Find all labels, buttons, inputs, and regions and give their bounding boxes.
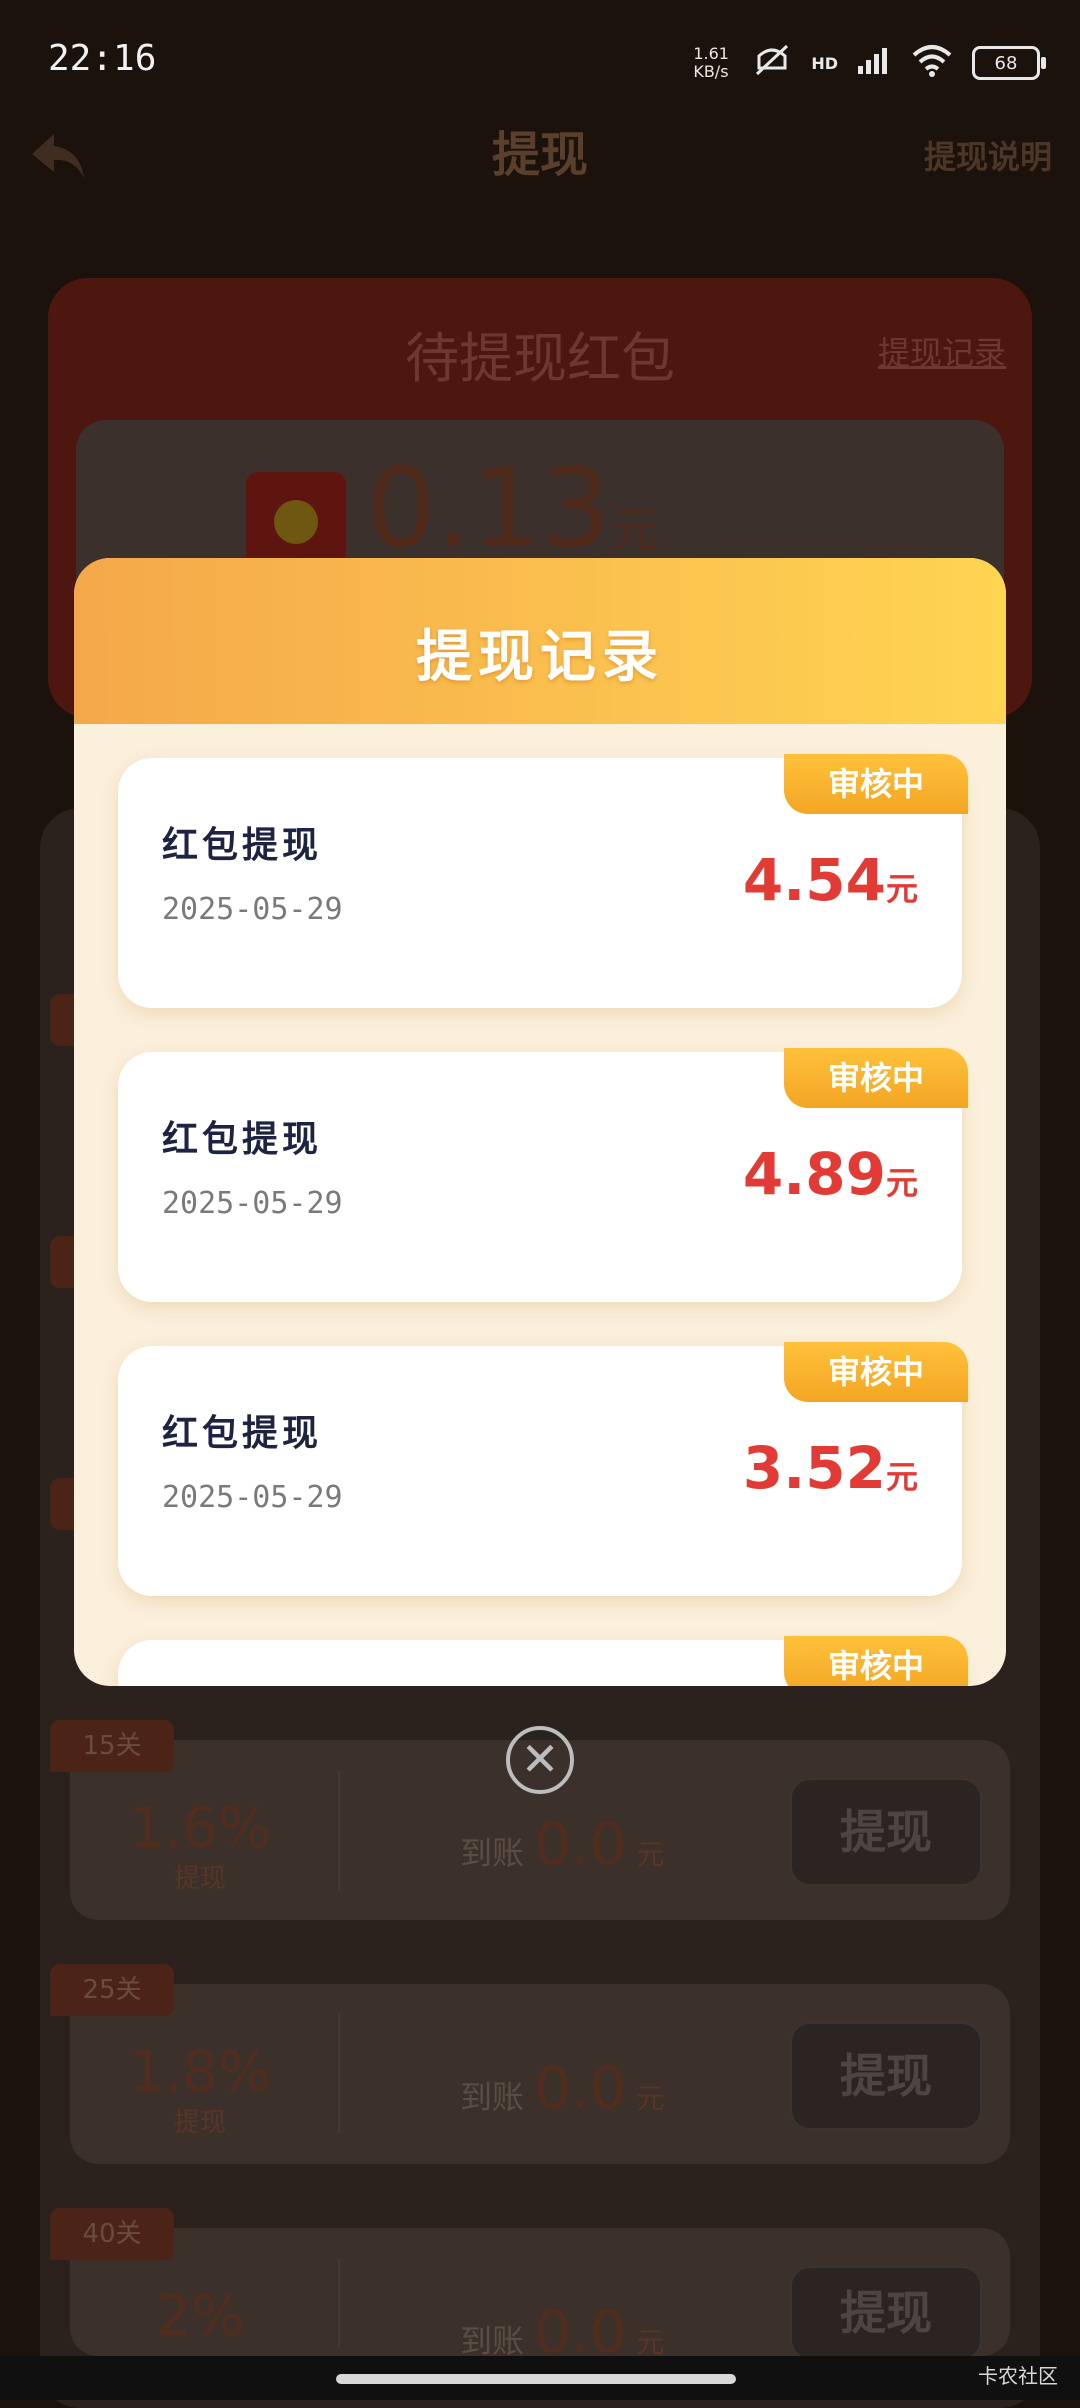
battery-level: 68 <box>994 52 1018 74</box>
page-title: 提现 <box>491 127 588 183</box>
withdraw-record-dialog: 提现记录 审核中 红包提现 2025-05-29 4.54元 审核中 红包提现 … <box>74 558 1006 1686</box>
tier-level-badge: 15关 <box>50 1720 174 1772</box>
home-gesture-bar[interactable] <box>336 2374 736 2384</box>
withdraw-button[interactable]: 提现 <box>790 2266 982 2360</box>
tier-rate: 2% <box>155 2284 245 2349</box>
balance-unit: 元 <box>610 502 659 558</box>
balance-value: 0.13 <box>366 444 611 572</box>
divider <box>338 2258 340 2348</box>
arrive-unit: 元 <box>636 2082 665 2115</box>
withdraw-button[interactable]: 提现 <box>790 2022 982 2130</box>
record-amount: 4.54元 <box>743 846 918 914</box>
arrive-amount: 0.0 <box>534 1810 627 1878</box>
status-time: 22:16 <box>48 38 157 79</box>
mute-icon <box>751 42 793 84</box>
network-type: HD <box>811 53 838 73</box>
arrive-amount: 0.0 <box>534 2054 627 2122</box>
arrive-unit: 元 <box>636 2326 665 2359</box>
record-title: 红包提现 <box>162 825 323 866</box>
help-link[interactable]: 提现说明 <box>924 132 1052 178</box>
tier-rate-label: 提现 <box>173 1864 226 1894</box>
record-card[interactable]: 审核中 红包提现 2025-05-29 4.89元 <box>118 1048 968 1302</box>
tier-row: 25关 1.8% 提现 到账 0.0 元 提现 <box>50 1964 1010 2164</box>
arrive-label: 到账 <box>460 2078 525 2116</box>
record-amount: 4.89元 <box>743 1140 918 1208</box>
record-card[interactable]: 审核中 红包提现 2025-05-29 3.52元 <box>118 1342 968 1596</box>
withdraw-record-link[interactable]: 提现记录 <box>878 328 1006 374</box>
record-amount: 3.52元 <box>743 1434 918 1502</box>
tier-rate: 1.8% <box>128 2040 272 2105</box>
tier-rate-label: 提现 <box>173 2108 226 2138</box>
record-date: 2025-05-29 <box>162 892 343 927</box>
status-bar: 22:16 1.61 KB/s HD 68 <box>0 0 1080 120</box>
tier-arrive: 到账 0.0 元 <box>460 2054 665 2122</box>
amount-value: 4.54 <box>742 846 886 914</box>
record-date: 2025-05-29 <box>162 1480 343 1515</box>
record-title: 红包提现 <box>162 1413 323 1454</box>
close-circle-icon[interactable]: ✕ <box>506 1726 574 1794</box>
tier-arrive: 到账 0.0 元 <box>460 1810 665 1878</box>
amount-unit: 元 <box>885 870 918 908</box>
status-badge: 审核中 <box>784 754 968 814</box>
tier-level-badge: 40关 <box>50 2208 174 2260</box>
status-badge: 审核中 <box>784 1342 968 1402</box>
arrive-label: 到账 <box>460 2322 525 2360</box>
tier-row: 40关 2% 到账 0.0 元 提现 <box>50 2208 1010 2366</box>
balance-amount: 0.13元 <box>366 444 659 572</box>
signal-icon <box>856 44 892 82</box>
coin-icon <box>274 500 318 544</box>
status-icons: 1.61 KB/s HD 68 <box>693 38 1046 88</box>
tier-rate: 1.6% <box>128 1796 272 1861</box>
amount-value: 3.52 <box>742 1434 886 1502</box>
record-title: 红包提现 <box>162 1119 323 1160</box>
record-date: 2025-05-29 <box>162 1186 343 1221</box>
amount-value: 4.89 <box>742 1140 886 1208</box>
battery-icon: 68 <box>972 46 1046 80</box>
amount-unit: 元 <box>885 1164 918 1202</box>
tier-level-badge: 25关 <box>50 1964 174 2016</box>
wifi-icon <box>910 43 954 83</box>
record-card[interactable]: 审核中 红包提现 2025-05-29 4.54元 <box>118 754 968 1008</box>
record-card[interactable]: 审核中 <box>118 1636 968 1686</box>
status-badge: 审核中 <box>784 1636 968 1686</box>
divider <box>338 2014 340 2134</box>
divider <box>338 1770 340 1890</box>
network-speed: 1.61 KB/s <box>693 44 729 81</box>
arrive-unit: 元 <box>636 1838 665 1871</box>
withdraw-button[interactable]: 提现 <box>790 1778 982 1886</box>
dialog-title: 提现记录 <box>416 625 664 690</box>
status-badge: 审核中 <box>784 1048 968 1108</box>
amount-unit: 元 <box>885 1458 918 1496</box>
watermark: 卡农社区 <box>978 2364 1058 2388</box>
arrive-label: 到账 <box>460 1834 525 1872</box>
dialog-header: 提现记录 <box>74 558 1006 724</box>
